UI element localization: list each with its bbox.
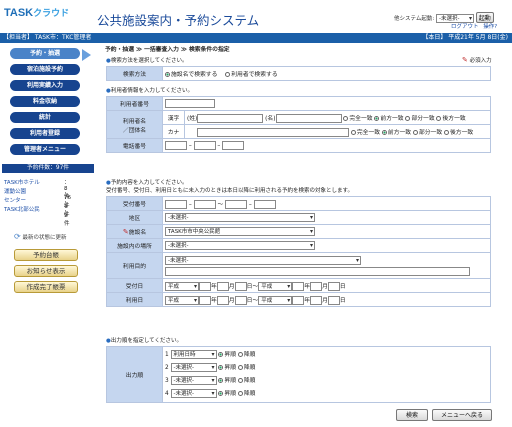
report-button[interactable]: 作成完了帳票 (14, 281, 78, 293)
place-select[interactable]: -未選択- (165, 241, 315, 250)
reservation-count-title: 予約件数：97件 (2, 164, 94, 173)
count-item[interactable]: センター ：4件 (4, 196, 70, 218)
section-title: ●予約内容を入力してください。 (106, 180, 188, 186)
search-button[interactable]: 検索 (396, 409, 428, 421)
user-info-table: 利用者番号 利用者名 ／団体名 漢字 (姓) (名) 完全一致 前方一致 部分一致… (106, 96, 491, 153)
help-link[interactable]: 操作? (483, 24, 497, 30)
section-title: ●検索方法を選択してください。 (106, 58, 188, 64)
section-note: 受付番号、受付日、利用日ともに未入力のときは本日以降に利用される予約を検索の対象… (106, 188, 353, 194)
radio-facility[interactable] (165, 72, 170, 77)
breadcrumb: 予約・抽選 ≫ 一括審査入力 ≫ 検索条件の指定 (105, 47, 230, 53)
sidebar-item-stats[interactable]: 統計 (10, 112, 80, 123)
phone1-input[interactable] (165, 141, 187, 150)
sidebar: 予約・抽選 宿泊施設予約 利用実績入力 料金収納 統計 利用者登録 管理者メニュ… (2, 44, 94, 424)
pencil-icon: ✎ (462, 56, 468, 64)
user-no-input[interactable] (165, 99, 215, 108)
phone3-input[interactable] (222, 141, 245, 150)
status-bar: 【担当者】 TASK市：TKC管理者 【本日】 平成21年 5月 8日(金) (0, 33, 512, 43)
sidebar-item-fee[interactable]: 料金収納 (10, 96, 80, 107)
page-title: 公共施設案内・予約システム (97, 13, 260, 28)
current-arrow-icon (82, 49, 91, 61)
required-note: ✎ 必須入力 (462, 56, 492, 64)
reservation-ledger-button[interactable]: 予約台帳 (14, 249, 78, 261)
count-item[interactable]: TASK北部公民 ：9件 (4, 205, 70, 227)
today-date: 【本日】 平成21年 5月 8日(金) (422, 34, 508, 41)
sidebar-item-usage[interactable]: 利用実績入力 (10, 80, 80, 91)
app-logo: TASKクラウド (4, 7, 70, 19)
phone2-input[interactable] (193, 141, 216, 150)
order-select[interactable]: -未選択- (170, 362, 217, 372)
order-select[interactable]: 利用日時 (170, 349, 217, 359)
reservation-table: 受付番号 – ～ – 地区-未選択- ✎施設名TASK市市中央公民館 施設内の場… (106, 196, 491, 307)
notice-button[interactable]: お知らせ表示 (14, 265, 78, 277)
search-method-table: 検索方法 施設名で検索する 利用者で検索する (106, 66, 491, 81)
kanji-sei-input[interactable] (197, 113, 264, 123)
refresh-link[interactable]: ⟳ 最新の状態に更新 (14, 232, 66, 241)
section-title: ●出力順を指定してください。 (106, 338, 182, 344)
order-select[interactable]: -未選択- (170, 388, 217, 398)
sidebar-item-user-reg[interactable]: 利用者登録 (10, 128, 80, 139)
facility-select[interactable]: TASK市市中央公民館 (165, 227, 315, 236)
kanji-mei-input[interactable] (275, 113, 342, 123)
purpose-input[interactable] (165, 266, 470, 276)
sidebar-item-admin[interactable]: 管理者メニュー (10, 144, 80, 155)
top-links: ログアウト 操作? (451, 22, 497, 30)
sidebar-item-reservation[interactable]: 予約・抽選 (10, 48, 80, 59)
current-user: 【担当者】 TASK市：TKC管理者 (3, 34, 92, 41)
back-to-menu-button[interactable]: メニューへ戻る (432, 409, 492, 421)
logout-link[interactable]: ログアウト (451, 24, 479, 30)
order-select[interactable]: -未選択- (170, 375, 217, 385)
order-table: 出力順 1 利用日時 昇順 降順 2 -未選択- 昇順 降順 3 -未選択- 昇… (106, 346, 491, 403)
district-select[interactable]: -未選択- (165, 213, 315, 222)
count-item[interactable]: 運動公園 ：76件 (4, 187, 71, 209)
purpose-select[interactable]: -未選択- (165, 255, 361, 265)
sidebar-item-lodging[interactable]: 宿泊施設予約 (10, 64, 80, 75)
section-title: ●利用者情報を入力してください。 (106, 88, 193, 94)
kana-input[interactable] (197, 127, 349, 137)
count-item[interactable]: TASK市ホテル ：8件 (4, 178, 70, 200)
radio-user[interactable] (225, 72, 231, 77)
refresh-icon: ⟳ (14, 232, 21, 241)
